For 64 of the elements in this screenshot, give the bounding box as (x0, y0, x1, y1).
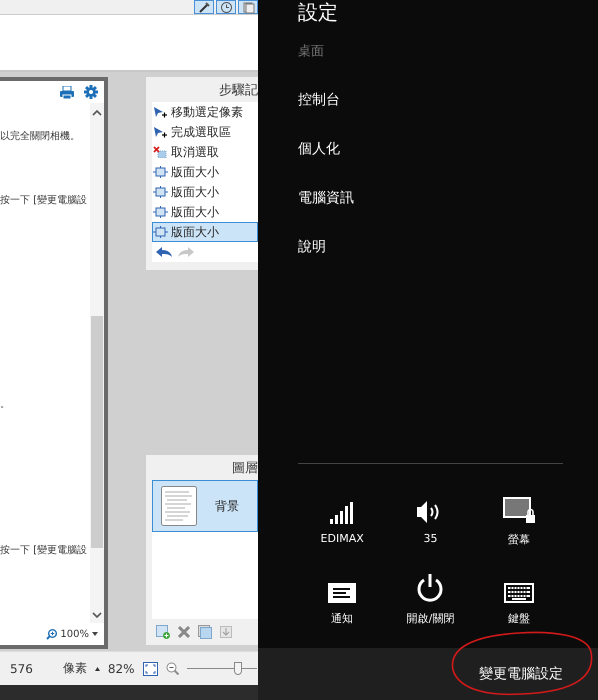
undo-icon[interactable] (156, 247, 172, 258)
arrow-plus-icon (153, 106, 168, 118)
history-item[interactable]: 版面大小 (152, 162, 258, 182)
settings-icon[interactable] (84, 85, 98, 99)
scrollbar-thumb[interactable] (91, 316, 103, 548)
text-line: 按一下 [變更電腦設 (0, 194, 88, 207)
zoom-out-icon[interactable] (166, 662, 179, 675)
history-item[interactable]: 版面大小 (152, 202, 258, 222)
zoom-slider[interactable] (234, 662, 242, 674)
scroll-up-icon[interactable] (92, 109, 102, 116)
canvas-resize-icon (153, 166, 168, 178)
power-icon[interactable] (416, 573, 444, 603)
monitor-lock-icon[interactable] (502, 497, 535, 524)
layers-button[interactable] (238, 0, 258, 14)
add-layer-icon[interactable] (156, 625, 170, 639)
history-item[interactable]: 版面大小 (152, 222, 258, 242)
text-line: 以完全關閉相機。 (0, 130, 81, 143)
text-line: 。 (0, 398, 11, 411)
unit-selector[interactable]: 像素 (62, 660, 87, 677)
clock-button[interactable] (216, 0, 236, 14)
canvas-resize-icon (153, 226, 168, 238)
keyboard-icon[interactable] (504, 583, 534, 603)
zoom-level[interactable]: 100% (60, 628, 89, 640)
scroll-down-icon[interactable] (92, 612, 102, 619)
panel-title: 設定 (298, 0, 339, 24)
panel-title: 步驟記 (218, 82, 258, 100)
message-icon[interactable] (328, 583, 356, 603)
settings-link[interactable]: 電腦資訊 (298, 189, 598, 207)
layer-thumbnail-icon (161, 486, 197, 526)
tile-label: 鍵盤 (508, 611, 530, 626)
history-item[interactable]: 移動選定像素 (152, 102, 258, 122)
history-item[interactable]: 版面大小 (152, 182, 258, 202)
text-line: 按一下 [變更電腦設 (0, 544, 88, 557)
change-pc-settings-link[interactable]: 變更電腦設定 (479, 665, 563, 683)
cross-square-icon (153, 146, 168, 158)
tile-label: 通知 (331, 611, 354, 626)
tools-icon (196, 0, 212, 14)
history-item[interactable]: 取消選取 (152, 142, 258, 162)
context-label: 桌面 (298, 43, 325, 60)
canvas-resize-icon (153, 206, 168, 218)
fit-window-icon[interactable] (142, 662, 158, 676)
layer-item[interactable]: 背景 (152, 480, 258, 532)
zoom-in-icon[interactable] (46, 628, 58, 640)
dropdown-icon[interactable] (92, 632, 98, 636)
history-item[interactable]: 完成選取區 (152, 122, 258, 142)
print-icon[interactable] (60, 86, 74, 98)
settings-link[interactable]: 控制台 (298, 91, 598, 109)
delete-layer-icon[interactable] (178, 626, 190, 638)
image-height: 576 (10, 662, 33, 676)
scrollbar[interactable] (90, 103, 104, 623)
panel-title: 圖層 (231, 460, 258, 478)
tile-label: 35 (423, 532, 438, 545)
settings-link[interactable]: 說明 (298, 238, 598, 256)
arrow-plus-icon (153, 126, 168, 138)
caret-icon[interactable] (94, 666, 100, 670)
tile-label: 開啟/關閉 (406, 611, 454, 626)
tools-button[interactable] (194, 0, 214, 14)
canvas-resize-icon (153, 186, 168, 198)
settings-link[interactable]: 個人化 (298, 140, 598, 158)
tile-label: EDIMAX (320, 532, 364, 545)
clock-icon (218, 0, 234, 14)
signal-bars-icon[interactable] (330, 502, 354, 524)
zoom-percentage: 82% (108, 662, 135, 676)
tile-label: 螢幕 (508, 532, 530, 547)
